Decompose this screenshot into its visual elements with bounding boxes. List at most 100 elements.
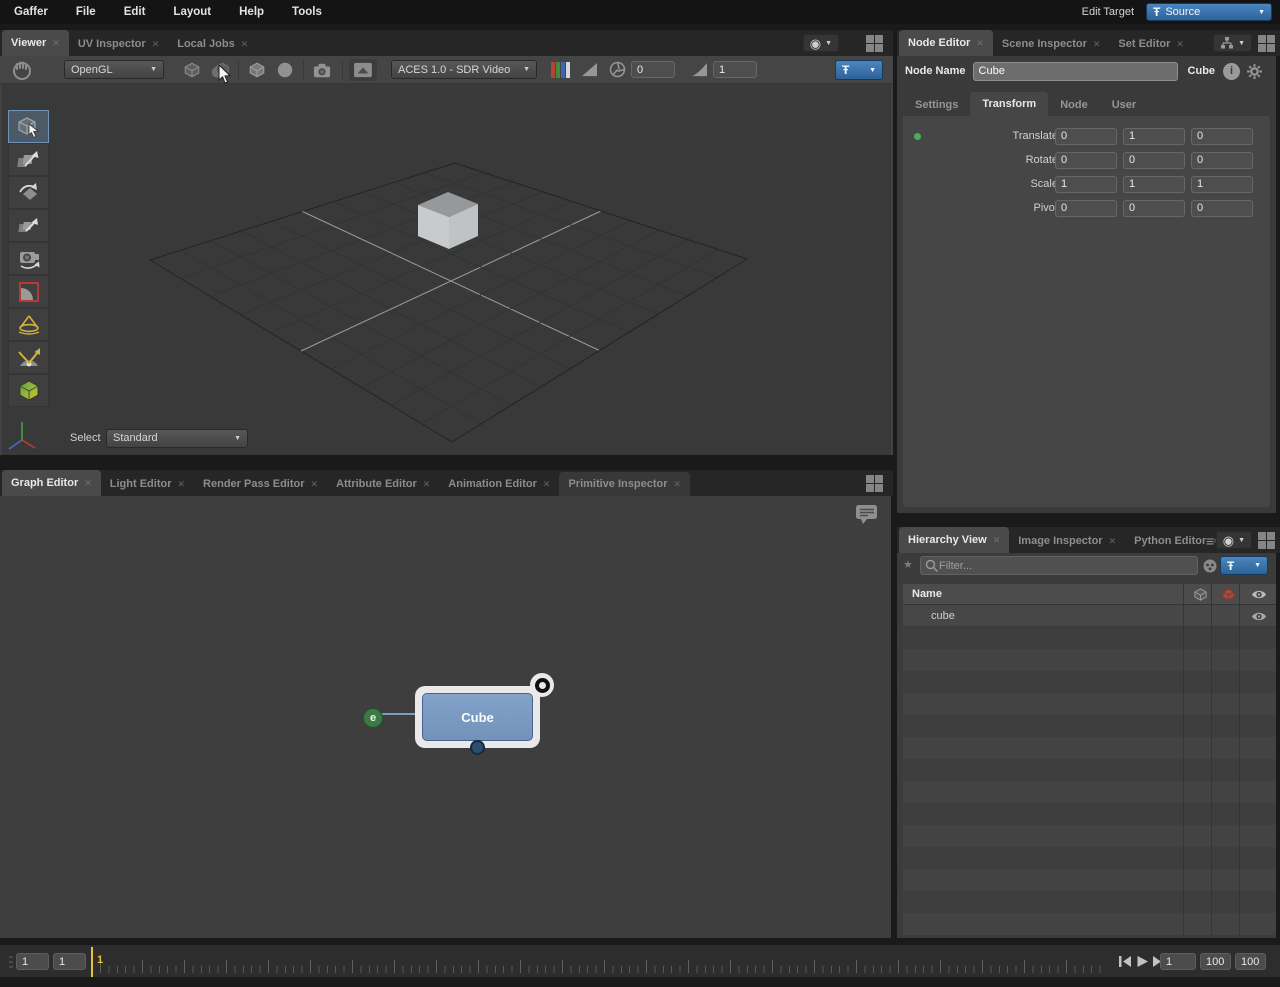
- playback-range-start-input[interactable]: [53, 953, 86, 970]
- scale-x-input[interactable]: [1055, 176, 1117, 193]
- viewport-3d[interactable]: Select Standard ▼: [2, 84, 891, 455]
- timeline-ruler-major[interactable]: [100, 960, 1108, 973]
- camera-icon[interactable]: [308, 59, 336, 81]
- crop-window-tool-button[interactable]: [8, 275, 49, 308]
- pivot-x-input[interactable]: [1055, 200, 1117, 217]
- layout-menu-icon[interactable]: [866, 35, 883, 52]
- annotation-icon[interactable]: [855, 504, 879, 526]
- tab-scene-inspector[interactable]: Scene Inspector ✕: [993, 32, 1110, 56]
- tab-light-editor[interactable]: Light Editor ✕: [101, 472, 194, 496]
- rotate-x-input[interactable]: [1055, 152, 1117, 169]
- frame-range-start-input[interactable]: [16, 953, 49, 970]
- tab-hierarchy-view[interactable]: Hierarchy View ✕: [899, 527, 1009, 553]
- translate-tool-button[interactable]: [8, 143, 49, 176]
- focus-indicator[interactable]: [530, 673, 554, 697]
- tab-graph-editor[interactable]: Graph Editor ✕: [2, 470, 101, 496]
- display-transform-dropdown[interactable]: ACES 1.0 - SDR Video ▼: [391, 60, 537, 79]
- menu-layout[interactable]: Layout: [159, 6, 225, 18]
- select-tool-button[interactable]: [8, 110, 49, 143]
- close-icon[interactable]: ✕: [52, 38, 60, 49]
- translate-z-input[interactable]: [1191, 128, 1253, 145]
- hierarchy-row-cube[interactable]: cube: [903, 605, 1276, 627]
- scene-view-tool-button[interactable]: [8, 374, 49, 407]
- light-tool-button[interactable]: [8, 308, 49, 341]
- close-icon[interactable]: ✕: [674, 479, 682, 490]
- tab-render-pass-editor[interactable]: Render Pass Editor ✕: [194, 472, 327, 496]
- light-position-tool-button[interactable]: [8, 341, 49, 374]
- solid-cube-icon[interactable]: [243, 59, 271, 81]
- filter-options-icon[interactable]: [1202, 558, 1218, 574]
- graph-editor-canvas[interactable]: e Cube: [0, 496, 891, 938]
- subtab-settings[interactable]: Settings: [903, 94, 970, 116]
- close-icon[interactable]: ✕: [543, 479, 551, 490]
- menu-help[interactable]: Help: [225, 6, 278, 18]
- exposure-input[interactable]: [631, 61, 675, 78]
- layout-menu-icon[interactable]: [866, 475, 883, 492]
- close-icon[interactable]: ✕: [1109, 536, 1117, 547]
- play-button[interactable]: [1136, 955, 1149, 968]
- column-red-cube-icon[interactable]: [1221, 587, 1236, 602]
- bookmark-star-icon[interactable]: ★: [903, 558, 913, 571]
- tab-attribute-editor[interactable]: Attribute Editor ✕: [327, 472, 439, 496]
- hierarchy-header[interactable]: Name: [903, 584, 1276, 605]
- cube-node[interactable]: Cube: [415, 686, 540, 748]
- pivot-z-input[interactable]: [1191, 200, 1253, 217]
- sphere-icon[interactable]: [271, 59, 299, 81]
- hierarchy-focus-menu[interactable]: ◉ ▼: [1216, 531, 1252, 549]
- node-editor-focus-menu[interactable]: ▼: [1213, 34, 1252, 52]
- camera-hand-icon[interactable]: [8, 59, 36, 81]
- subtab-transform[interactable]: Transform: [970, 92, 1048, 116]
- scale-y-input[interactable]: [1123, 176, 1185, 193]
- filter-search-box[interactable]: [920, 556, 1198, 575]
- skip-to-start-button[interactable]: [1118, 955, 1132, 968]
- close-icon[interactable]: ✕: [241, 39, 249, 50]
- pivot-y-input[interactable]: [1123, 200, 1185, 217]
- scale-z-input[interactable]: [1191, 176, 1253, 193]
- scale-tool-button[interactable]: [8, 209, 49, 242]
- layout-menu-icon[interactable]: [1258, 532, 1275, 549]
- tab-local-jobs[interactable]: Local Jobs ✕: [168, 32, 257, 56]
- camera-tool-button[interactable]: [8, 242, 49, 275]
- viewer-focus-menu[interactable]: ◉ ▼: [803, 34, 839, 52]
- channels-icon[interactable]: [547, 59, 575, 81]
- select-mode-dropdown[interactable]: Standard ▼: [106, 429, 248, 448]
- column-visibility-eye-icon[interactable]: [1251, 588, 1267, 601]
- close-icon[interactable]: ✕: [1176, 39, 1184, 50]
- close-icon[interactable]: ✕: [993, 535, 1001, 546]
- wireframe-cube-icon[interactable]: [178, 59, 206, 81]
- node-name-input[interactable]: [973, 62, 1178, 81]
- playback-range-end-input[interactable]: [1200, 953, 1231, 970]
- tab-uv-inspector[interactable]: UV Inspector ✕: [69, 32, 168, 56]
- cube-mesh[interactable]: [418, 192, 478, 249]
- close-icon[interactable]: ✕: [423, 479, 431, 490]
- cube-node-body[interactable]: Cube: [422, 693, 533, 741]
- node-input-connector[interactable]: e: [363, 708, 383, 728]
- subtab-node[interactable]: Node: [1048, 94, 1100, 116]
- menu-gaffer[interactable]: Gaffer: [0, 6, 62, 18]
- tab-set-editor[interactable]: Set Editor ✕: [1109, 32, 1193, 56]
- image-view-icon[interactable]: [349, 59, 377, 81]
- translate-y-input[interactable]: [1123, 128, 1185, 145]
- tab-node-editor[interactable]: Node Editor ✕: [899, 30, 993, 56]
- row-visibility-eye-icon[interactable]: [1251, 610, 1267, 623]
- hierarchy-rows[interactable]: cube: [903, 605, 1276, 935]
- tab-animation-editor[interactable]: Animation Editor ✕: [439, 472, 559, 496]
- close-icon[interactable]: ✕: [311, 479, 319, 490]
- menu-tools[interactable]: Tools: [278, 6, 336, 18]
- info-icon[interactable]: i: [1223, 63, 1240, 80]
- timeline-grip[interactable]: [9, 956, 13, 968]
- playhead[interactable]: [91, 947, 93, 977]
- rotate-y-input[interactable]: [1123, 152, 1185, 169]
- close-icon[interactable]: ✕: [178, 479, 186, 490]
- rotate-z-input[interactable]: [1191, 152, 1253, 169]
- gear-icon[interactable]: [1246, 63, 1263, 80]
- tab-overflow-menu-icon[interactable]: ≡: [1206, 533, 1214, 549]
- aperture-icon[interactable]: [603, 59, 631, 81]
- layout-menu-icon[interactable]: [1258, 35, 1275, 52]
- tab-image-inspector[interactable]: Image Inspector ✕: [1009, 529, 1125, 553]
- tab-primitive-inspector[interactable]: Primitive Inspector ✕: [559, 472, 690, 496]
- menu-file[interactable]: File: [62, 6, 110, 18]
- frame-range-end-input[interactable]: [1235, 953, 1266, 970]
- viewer-pin-dropdown[interactable]: Ŧ ▼: [835, 60, 883, 80]
- rotate-tool-button[interactable]: [8, 176, 49, 209]
